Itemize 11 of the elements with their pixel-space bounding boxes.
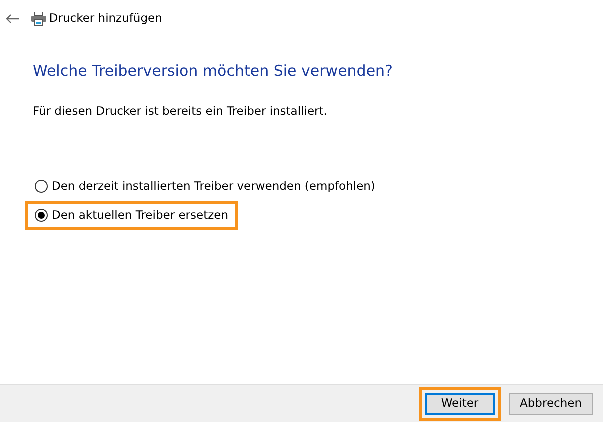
radio-button[interactable] [35,209,48,222]
radio-button[interactable] [35,180,48,193]
cancel-button[interactable]: Abbrechen [509,392,593,414]
page-heading: Welche Treiberversion möchten Sie verwenden? [33,61,394,82]
option-label[interactable]: Den derzeit installierten Treiber verwenden (empfohlen) [52,178,376,195]
option-label[interactable]: Den aktuellen Treiber ersetzen [52,207,228,224]
back-arrow-icon[interactable] [6,14,19,24]
printer-icon [30,12,46,26]
next-button[interactable]: Weiter [425,392,495,414]
window-title: Drucker hinzufügen [49,10,162,28]
description-text: Für diesen Drucker ist bereits ein Treiber installiert. [33,102,328,120]
